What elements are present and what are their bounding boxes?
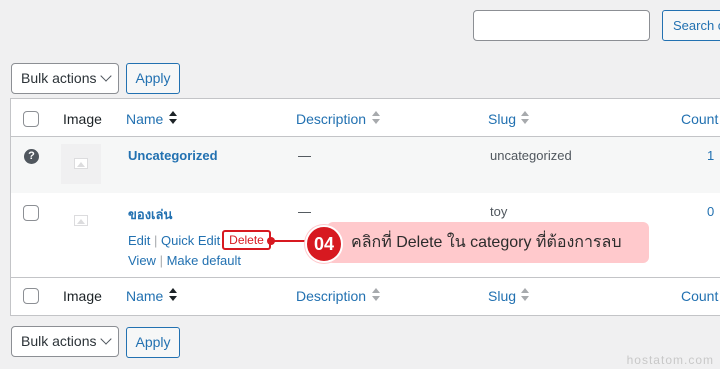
callout-instruction: คลิกที่ Delete ใน category ที่ต้องการลบ [327, 222, 649, 263]
apply-button-bottom[interactable]: Apply [126, 327, 180, 358]
category-description: — [298, 204, 311, 219]
column-header-name[interactable]: Name [126, 111, 163, 127]
row-checkbox[interactable] [23, 205, 39, 221]
sort-arrows-icon[interactable] [520, 111, 530, 125]
column-header-slug[interactable]: Slug [488, 111, 516, 127]
callout-dot [267, 237, 275, 245]
delete-link[interactable]: Delete [222, 230, 271, 250]
column-header-image: Image [63, 111, 102, 127]
bulk-actions-select-top[interactable]: Bulk actions [11, 63, 119, 94]
bulk-actions-value: Bulk actions [21, 70, 97, 86]
categories-table: Image Name Description Slug Count ? Unca… [10, 98, 720, 316]
sort-arrows-icon[interactable] [371, 288, 381, 302]
search-input[interactable] [473, 10, 650, 41]
category-name-link[interactable]: ของเล่น [128, 204, 172, 225]
column-footer-description[interactable]: Description [296, 288, 366, 304]
select-all-checkbox[interactable] [23, 111, 39, 127]
edit-link[interactable]: Edit [128, 233, 150, 248]
chevron-down-icon [100, 333, 112, 345]
column-footer-image: Image [63, 288, 102, 304]
watermark: hostatom.com [626, 353, 714, 367]
bulk-actions-value: Bulk actions [21, 333, 97, 349]
table-footer: Image Name Description Slug Count [11, 277, 720, 315]
category-count-link[interactable]: 1 [707, 148, 714, 163]
make-default-link[interactable]: Make default [167, 253, 241, 268]
separator: | [159, 253, 167, 268]
category-slug: uncategorized [490, 148, 572, 163]
table-header: Image Name Description Slug Count [11, 99, 720, 137]
select-all-checkbox-bottom[interactable] [23, 288, 39, 304]
column-footer-slug[interactable]: Slug [488, 288, 516, 304]
column-header-count[interactable]: Count [681, 111, 718, 127]
sort-arrows-icon[interactable] [168, 111, 178, 125]
apply-button-top[interactable]: Apply [126, 63, 180, 94]
image-placeholder-icon [61, 201, 101, 241]
row-actions: Edit | Quick Edit [128, 233, 220, 248]
view-link[interactable]: View [128, 253, 156, 268]
separator: | [154, 233, 162, 248]
bulk-actions-select-bottom[interactable]: Bulk actions [11, 326, 119, 357]
category-description: — [298, 148, 311, 163]
sort-arrows-icon[interactable] [520, 288, 530, 302]
callout-step-number: 04 [305, 225, 343, 263]
chevron-down-icon [100, 70, 112, 82]
category-count-link[interactable]: 0 [707, 204, 714, 219]
search-button[interactable]: Search c [662, 10, 720, 41]
table-row: ? Uncategorized — uncategorized 1 [11, 137, 720, 193]
quick-edit-link[interactable]: Quick Edit [161, 233, 220, 248]
category-name-link[interactable]: Uncategorized [128, 148, 218, 163]
image-placeholder-icon [61, 144, 101, 184]
sort-arrows-icon[interactable] [371, 111, 381, 125]
category-slug: toy [490, 204, 508, 219]
column-footer-name[interactable]: Name [126, 288, 163, 304]
row-actions-line-2: View | Make default [128, 253, 241, 268]
column-footer-count[interactable]: Count [681, 288, 718, 304]
question-circle-icon[interactable]: ? [24, 149, 39, 164]
column-header-description[interactable]: Description [296, 111, 366, 127]
sort-arrows-icon[interactable] [168, 288, 178, 302]
